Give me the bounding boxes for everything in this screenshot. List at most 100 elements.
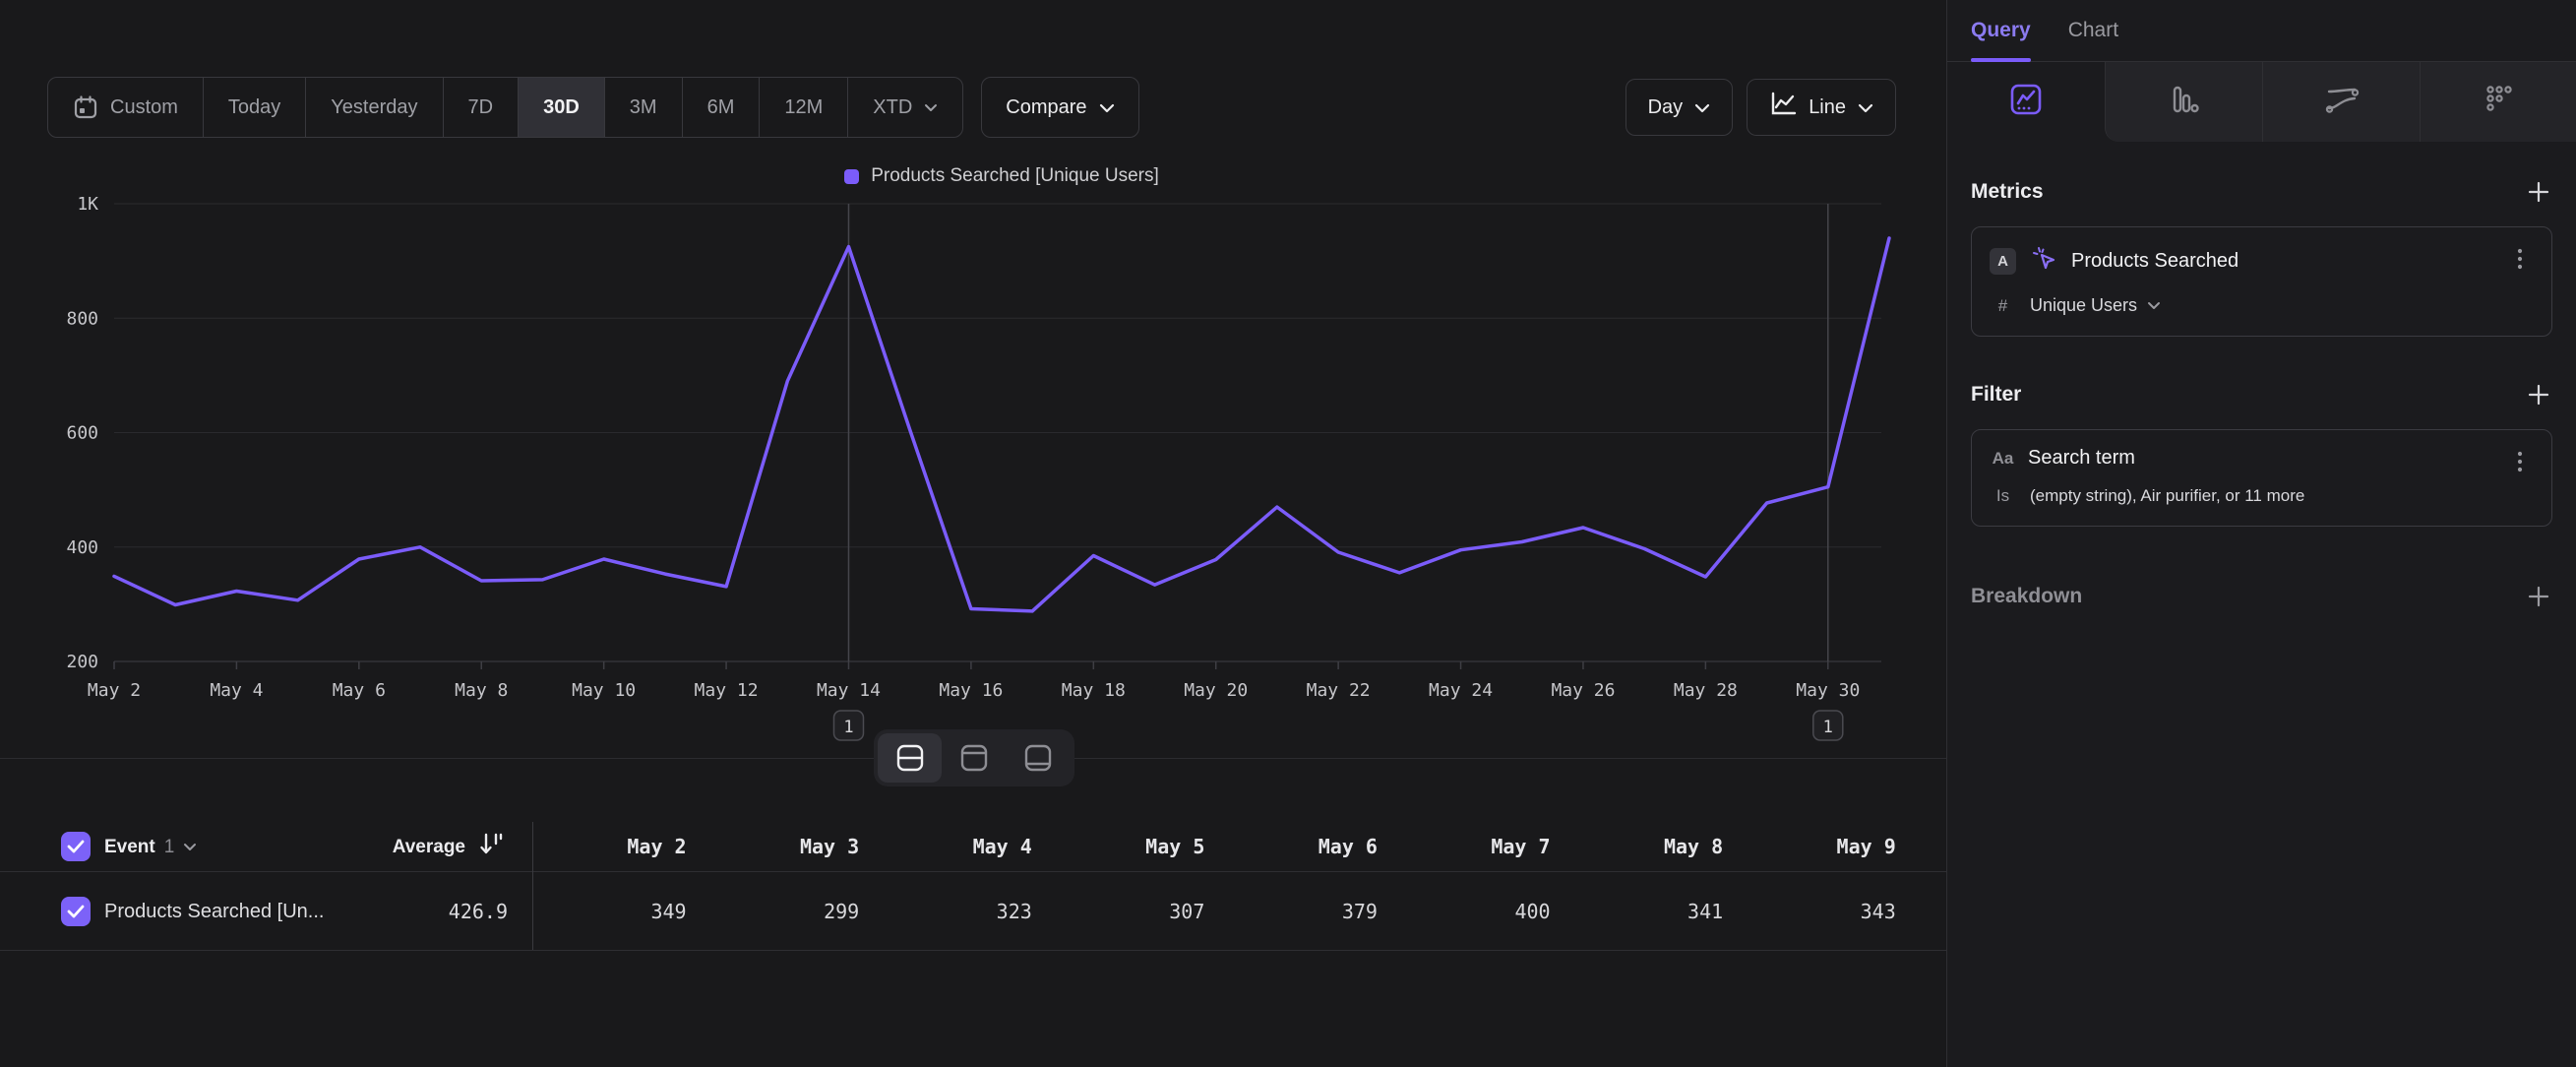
tab-chart[interactable]: Chart (2068, 0, 2118, 62)
retention-icon (2482, 83, 2515, 121)
svg-text:May 16: May 16 (939, 680, 1003, 701)
day-column-header[interactable]: May 5 (1032, 822, 1205, 871)
report-tab-flows[interactable] (2262, 62, 2420, 142)
table-header-row: Event 1 Average May 2May 3May 4May 5May … (0, 822, 1946, 872)
svg-text:May 26: May 26 (1551, 680, 1615, 701)
main-report-area: CustomTodayYesterday7D30D3M6M12MXTD Comp… (0, 0, 1946, 1067)
svg-text:1: 1 (1823, 718, 1833, 737)
breakdown-section-header: Breakdown (1971, 583, 2552, 610)
table-view-icon (1024, 744, 1052, 772)
filter-section-header: Filter (1971, 381, 2552, 408)
day-column-header[interactable]: May 3 (687, 822, 860, 871)
svg-text:May 18: May 18 (1062, 680, 1126, 701)
breakdown-heading: Breakdown (1971, 585, 2082, 608)
event-pointer-icon (2030, 244, 2059, 279)
event-column-header[interactable]: Event 1 (104, 822, 197, 872)
day-value-cells: 349299323307379400341343 (514, 872, 1896, 950)
split-view-icon (896, 744, 924, 772)
row-average-value: 426.9 (449, 872, 508, 951)
filter-operator[interactable]: Is (1990, 486, 2016, 506)
add-breakdown-button[interactable] (2525, 583, 2552, 610)
day-value-cell: 349 (514, 872, 687, 950)
event-count: 1 (164, 837, 175, 858)
filter-property-name: Search term (2028, 447, 2135, 470)
add-metric-button[interactable] (2525, 178, 2552, 206)
metrics-heading: Metrics (1971, 180, 2044, 204)
filter-heading: Filter (1971, 383, 2021, 407)
day-value-cell: 400 (1378, 872, 1551, 950)
row-event-name: Products Searched [Un... (104, 872, 324, 951)
sort-descending-icon (479, 832, 503, 862)
layout-table-only-button[interactable] (1007, 733, 1071, 783)
svg-text:400: 400 (66, 537, 98, 558)
svg-text:1: 1 (843, 718, 853, 737)
string-property-icon: Aa (1990, 449, 2016, 469)
query-panel: Query Chart Metrics (1946, 0, 2576, 1067)
layout-split-view-button[interactable] (878, 733, 942, 783)
svg-text:May 22: May 22 (1307, 680, 1371, 701)
svg-text:May 4: May 4 (210, 680, 263, 701)
svg-text:May 30: May 30 (1796, 680, 1860, 701)
day-column-header[interactable]: May 2 (514, 822, 687, 871)
svg-text:May 14: May 14 (817, 680, 881, 701)
svg-text:1K: 1K (77, 194, 98, 215)
day-column-header[interactable]: May 4 (859, 822, 1032, 871)
tab-query[interactable]: Query (1971, 0, 2031, 62)
svg-text:May 12: May 12 (695, 680, 759, 701)
day-value-cell: 343 (1723, 872, 1896, 950)
svg-text:600: 600 (66, 423, 98, 444)
day-header-cells: May 2May 3May 4May 5May 6May 7May 8May 9 (514, 822, 1896, 871)
average-column-header[interactable]: Average (393, 822, 503, 872)
day-value-cell: 341 (1551, 872, 1724, 950)
report-tab-insights[interactable] (1947, 62, 2105, 142)
chevron-down-icon (183, 839, 197, 856)
flows-icon (2324, 83, 2360, 121)
svg-text:May 20: May 20 (1184, 680, 1248, 701)
svg-text:May 2: May 2 (88, 680, 141, 701)
table-row[interactable]: Products Searched [Un... 426.9 349299323… (0, 872, 1946, 951)
filter-value[interactable]: (empty string), Air purifier, or 11 more (2030, 486, 2304, 506)
svg-text:800: 800 (66, 308, 98, 329)
day-value-cell: 299 (687, 872, 860, 950)
day-value-cell: 379 (1204, 872, 1378, 950)
aggregation-selector[interactable]: Unique Users (2030, 295, 2161, 316)
day-column-header[interactable]: May 9 (1723, 822, 1896, 871)
svg-text:May 6: May 6 (333, 680, 386, 701)
svg-text:May 8: May 8 (455, 680, 508, 701)
panel-content: Metrics A Products Searched # Unique Use… (1947, 178, 2576, 610)
panel-tabs: Query Chart (1947, 0, 2576, 62)
layout-chart-only-button[interactable] (942, 733, 1006, 783)
aggregation-prefix: # (1990, 296, 2016, 316)
svg-text:May 24: May 24 (1429, 680, 1493, 701)
select-all-checkbox[interactable] (61, 832, 91, 861)
svg-text:May 10: May 10 (572, 680, 636, 701)
day-column-header[interactable]: May 8 (1551, 822, 1724, 871)
report-tab-funnels[interactable] (2105, 62, 2262, 142)
filter-menu-button[interactable] (2508, 449, 2532, 479)
day-column-header[interactable]: May 7 (1378, 822, 1551, 871)
metric-event-name: Products Searched (2071, 250, 2239, 273)
line-chart[interactable]: 1K 800 600 400 200 May 2 May 4 May 6 May 8 May 10… (0, 0, 1946, 758)
svg-text:May 28: May 28 (1674, 680, 1738, 701)
aggregation-label: Unique Users (2030, 295, 2137, 316)
row-checkbox[interactable] (61, 897, 91, 926)
insights-icon (2009, 83, 2043, 121)
filter-card[interactable]: Aa Search term Is (empty string), Air pu… (1971, 429, 2552, 527)
metrics-section-header: Metrics (1971, 178, 2552, 206)
event-header-label: Event (104, 837, 155, 858)
svg-text:200: 200 (66, 652, 98, 672)
results-table: Event 1 Average May 2May 3May 4May 5May … (0, 822, 1946, 951)
series-letter-badge: A (1990, 248, 2016, 275)
report-tab-retention[interactable] (2420, 62, 2576, 142)
add-filter-button[interactable] (2525, 381, 2552, 408)
day-column-header[interactable]: May 6 (1204, 822, 1378, 871)
metric-menu-button[interactable] (2508, 246, 2532, 277)
day-value-cell: 323 (859, 872, 1032, 950)
funnels-icon (2168, 83, 2201, 121)
layout-switcher (874, 729, 1074, 786)
report-type-tabs (1947, 62, 2576, 142)
day-value-cell: 307 (1032, 872, 1205, 950)
average-header-label: Average (393, 837, 465, 858)
metric-card[interactable]: A Products Searched # Unique Users (1971, 226, 2552, 337)
chart-view-icon (960, 744, 988, 772)
